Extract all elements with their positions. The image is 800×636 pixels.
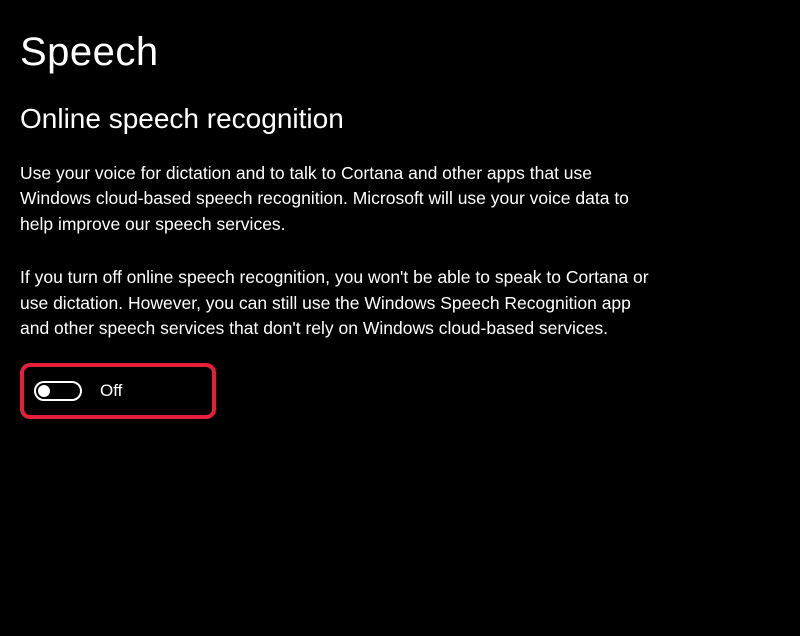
toggle-state-label: Off xyxy=(100,381,122,401)
speech-recognition-toggle[interactable] xyxy=(34,381,82,401)
toggle-highlight-box: Off xyxy=(20,363,216,419)
toggle-thumb-icon xyxy=(38,385,50,397)
section-title: Online speech recognition xyxy=(20,103,780,135)
description-paragraph-2: If you turn off online speech recognitio… xyxy=(20,265,660,341)
page-title: Speech xyxy=(20,30,780,75)
description-paragraph-1: Use your voice for dictation and to talk… xyxy=(20,161,660,237)
